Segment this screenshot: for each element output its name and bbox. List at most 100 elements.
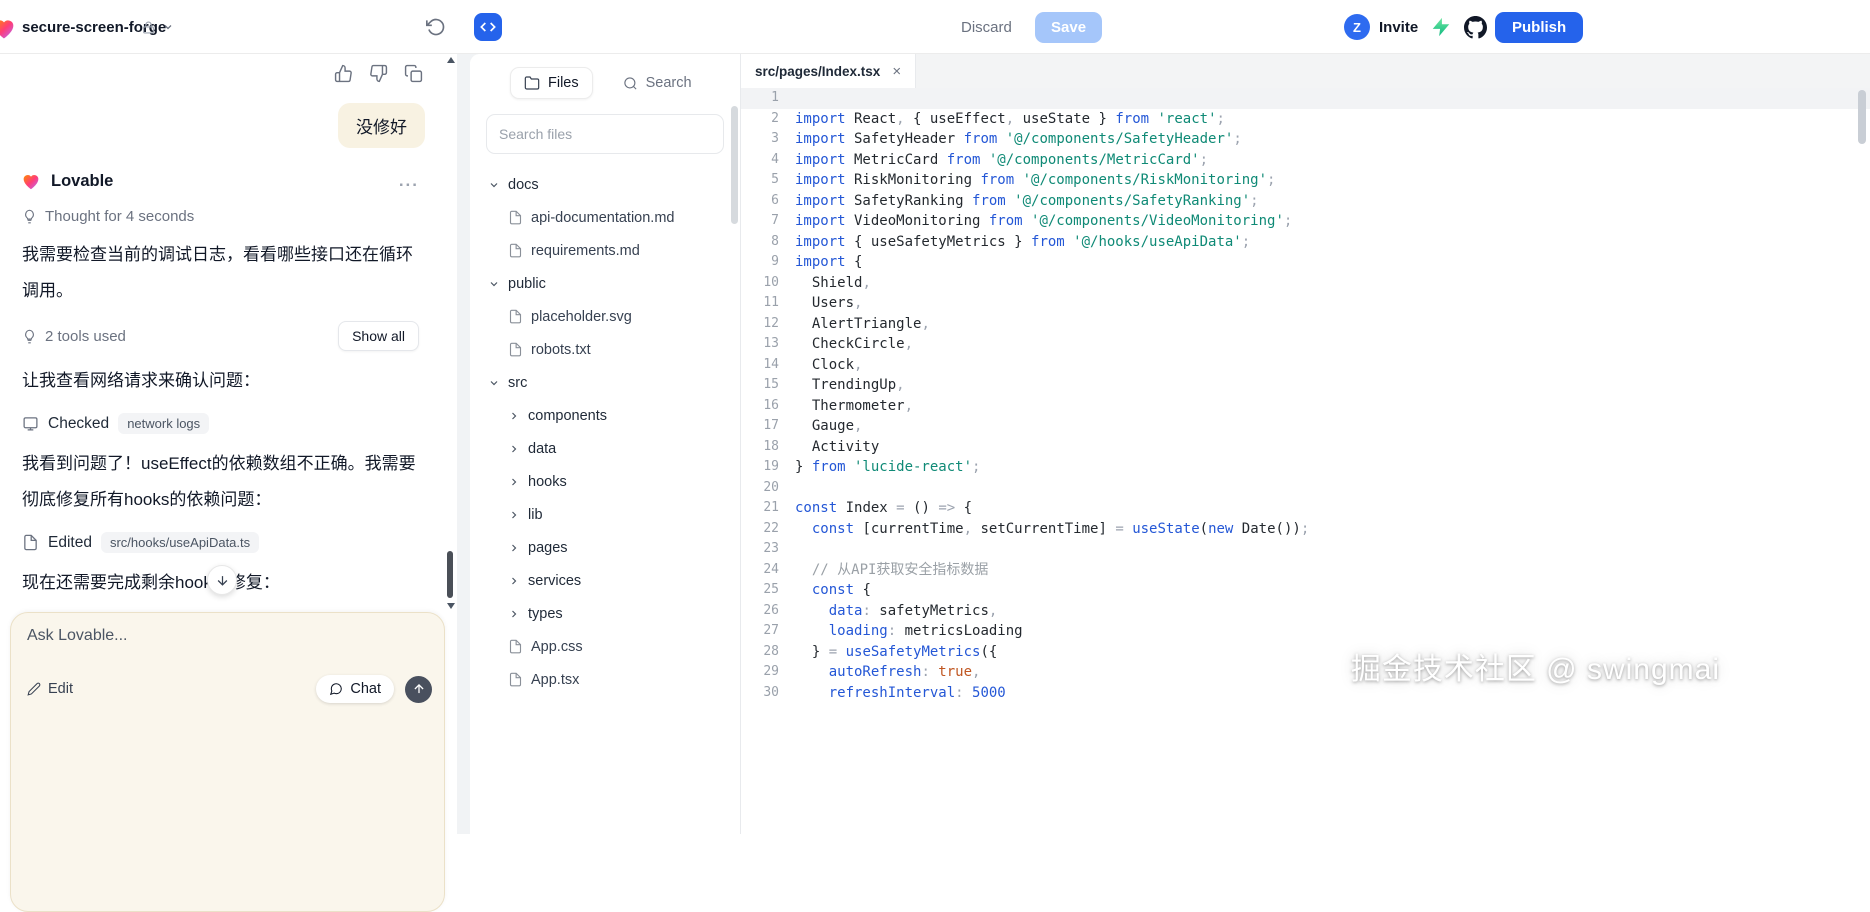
invite-button[interactable]: Z Invite bbox=[1344, 0, 1418, 54]
github-icon[interactable] bbox=[1464, 0, 1487, 54]
code-line-19[interactable]: 19} from 'lucide-react'; bbox=[741, 457, 1870, 478]
lightbulb-icon bbox=[22, 209, 37, 224]
save-button[interactable]: Save bbox=[1035, 12, 1102, 43]
tree-folder-data[interactable]: data bbox=[470, 432, 740, 465]
checked-row[interactable]: Checked network logs bbox=[0, 399, 445, 434]
code-line-21[interactable]: 21const Index = () => { bbox=[741, 498, 1870, 519]
assistant-name: Lovable bbox=[51, 172, 113, 191]
chat-mode-toggle[interactable]: Chat bbox=[316, 675, 394, 703]
code-line-13[interactable]: 13 CheckCircle, bbox=[741, 334, 1870, 355]
code-line-3[interactable]: 3import SafetyHeader from '@/components/… bbox=[741, 129, 1870, 150]
code-line-27[interactable]: 27 loading: metricsLoading bbox=[741, 621, 1870, 642]
code-line-7[interactable]: 7import VideoMonitoring from '@/componen… bbox=[741, 211, 1870, 232]
thumbs-up-button[interactable] bbox=[334, 64, 353, 83]
code-line-2[interactable]: 2import React, { useEffect, useState } f… bbox=[741, 109, 1870, 130]
thought-row[interactable]: Thought for 4 seconds bbox=[0, 192, 445, 225]
code-line-15[interactable]: 15 TrendingUp, bbox=[741, 375, 1870, 396]
tree-label: public bbox=[508, 276, 546, 292]
tree-file-api-documentation.md[interactable]: api-documentation.md bbox=[470, 201, 740, 234]
scrollbar-thumb[interactable] bbox=[447, 551, 453, 598]
scroll-to-bottom-button[interactable] bbox=[207, 565, 237, 595]
tree-file-requirements.md[interactable]: requirements.md bbox=[470, 234, 740, 267]
code-line-16[interactable]: 16 Thermometer, bbox=[741, 396, 1870, 417]
explorer-scrollbar-thumb[interactable] bbox=[731, 106, 738, 224]
main-panel: Files Search docsapi-documentation.md req… bbox=[470, 54, 1870, 834]
tree-label: placeholder.svg bbox=[531, 309, 632, 325]
edited-row-cutoff[interactable]: Edited src/hooks/useApiData.ts bbox=[0, 601, 445, 612]
tree-folder-lib[interactable]: lib bbox=[470, 498, 740, 531]
tree-folder-docs[interactable]: docs bbox=[470, 168, 740, 201]
code-line-4[interactable]: 4import MetricCard from '@/components/Me… bbox=[741, 150, 1870, 171]
chat-input[interactable] bbox=[27, 627, 428, 645]
checked-label: Checked bbox=[48, 415, 109, 433]
thumbs-down-button[interactable] bbox=[369, 64, 388, 83]
tree-folder-services[interactable]: services bbox=[470, 564, 740, 597]
code-view-button[interactable] bbox=[474, 13, 502, 41]
chat-panel: 没修好 Lovable ... Thought for 4 seconds 我需… bbox=[0, 54, 457, 834]
chat-label: Chat bbox=[350, 681, 381, 697]
code-line-24[interactable]: 24 // 从API获取安全指标数据 bbox=[741, 560, 1870, 581]
tree-folder-pages[interactable]: pages bbox=[470, 531, 740, 564]
scrollbar-down-arrow[interactable] bbox=[447, 603, 455, 609]
code-line-18[interactable]: 18 Activity bbox=[741, 437, 1870, 458]
code-line-6[interactable]: 6import SafetyRanking from '@/components… bbox=[741, 191, 1870, 212]
code-line-28[interactable]: 28 } = useSafetyMetrics({ bbox=[741, 642, 1870, 663]
show-all-button[interactable]: Show all bbox=[338, 321, 419, 351]
code-line-1[interactable]: 1 bbox=[741, 88, 1870, 109]
copy-button[interactable] bbox=[404, 64, 423, 83]
editor-tab-active[interactable]: src/pages/Index.tsx × bbox=[741, 54, 916, 88]
message-menu-button[interactable]: ... bbox=[399, 171, 419, 191]
code-line-25[interactable]: 25 const { bbox=[741, 580, 1870, 601]
code-line-22[interactable]: 22 const [currentTime, setCurrentTime] =… bbox=[741, 519, 1870, 540]
search-files-input[interactable] bbox=[486, 114, 724, 154]
code-line-9[interactable]: 9import { bbox=[741, 252, 1870, 273]
assistant-paragraph: 让我查看网络请求来确认问题： bbox=[0, 363, 445, 399]
code-line-26[interactable]: 26 data: safetyMetrics, bbox=[741, 601, 1870, 622]
code-line-12[interactable]: 12 AlertTriangle, bbox=[741, 314, 1870, 335]
code-line-30[interactable]: 30 refreshInterval: 5000 bbox=[741, 683, 1870, 704]
send-button[interactable] bbox=[405, 676, 432, 703]
tree-file-App.tsx[interactable]: App.tsx bbox=[470, 663, 740, 696]
discard-button[interactable]: Discard bbox=[961, 0, 1012, 54]
close-icon[interactable]: × bbox=[892, 63, 901, 80]
tree-folder-src[interactable]: src bbox=[470, 366, 740, 399]
code-line-14[interactable]: 14 Clock, bbox=[741, 355, 1870, 376]
publish-button[interactable]: Publish bbox=[1495, 12, 1583, 43]
tree-file-App.css[interactable]: App.css bbox=[470, 630, 740, 663]
supabase-icon[interactable] bbox=[1430, 0, 1452, 54]
tree-folder-types[interactable]: types bbox=[470, 597, 740, 630]
code-line-23[interactable]: 23 bbox=[741, 539, 1870, 560]
code-line-17[interactable]: 17 Gauge, bbox=[741, 416, 1870, 437]
chat-input-toolbar: Edit Chat bbox=[27, 675, 432, 703]
chat-scrollbar[interactable] bbox=[445, 55, 456, 611]
assistant-paragraph: 我看到问题了！useEffect的依赖数组不正确。我需要彻底修复所有hooks的… bbox=[0, 446, 445, 518]
code-line-20[interactable]: 20 bbox=[741, 478, 1870, 499]
history-button[interactable] bbox=[426, 0, 446, 54]
explorer-tabs: Files Search bbox=[470, 54, 740, 99]
code-line-29[interactable]: 29 autoRefresh: true, bbox=[741, 662, 1870, 683]
tab-files[interactable]: Files bbox=[510, 67, 593, 99]
tree-folder-components[interactable]: components bbox=[470, 399, 740, 432]
code-line-10[interactable]: 10 Shield, bbox=[741, 273, 1870, 294]
tree-label: requirements.md bbox=[531, 243, 640, 259]
tab-search[interactable]: Search bbox=[623, 75, 692, 91]
edit-mode-toggle[interactable]: Edit bbox=[27, 681, 73, 697]
code-line-8[interactable]: 8import { useSafetyMetrics } from '@/hoo… bbox=[741, 232, 1870, 253]
tree-file-placeholder.svg[interactable]: placeholder.svg bbox=[470, 300, 740, 333]
code-area[interactable]: 12import React, { useEffect, useState } … bbox=[741, 88, 1870, 834]
chevron-down-icon[interactable] bbox=[162, 0, 174, 54]
scrollbar-up-arrow[interactable] bbox=[447, 57, 455, 63]
assistant-paragraph: 我需要检查当前的调试日志，看看哪些接口还在循环调用。 bbox=[0, 237, 445, 309]
code-line-11[interactable]: 11 Users, bbox=[741, 293, 1870, 314]
checked-badge: network logs bbox=[118, 413, 209, 434]
tools-used-row: 2 tools used Show all bbox=[0, 309, 445, 351]
tree-file-robots.txt[interactable]: robots.txt bbox=[470, 333, 740, 366]
edited-row[interactable]: Edited src/hooks/useApiData.ts bbox=[0, 518, 445, 553]
tree-folder-public[interactable]: public bbox=[470, 267, 740, 300]
tree-label: pages bbox=[528, 540, 568, 556]
tools-icon bbox=[22, 329, 37, 344]
code-line-5[interactable]: 5import RiskMonitoring from '@/component… bbox=[741, 170, 1870, 191]
editor-scrollbar-thumb[interactable] bbox=[1858, 90, 1866, 144]
tree-folder-hooks[interactable]: hooks bbox=[470, 465, 740, 498]
tree-label: hooks bbox=[528, 474, 567, 490]
